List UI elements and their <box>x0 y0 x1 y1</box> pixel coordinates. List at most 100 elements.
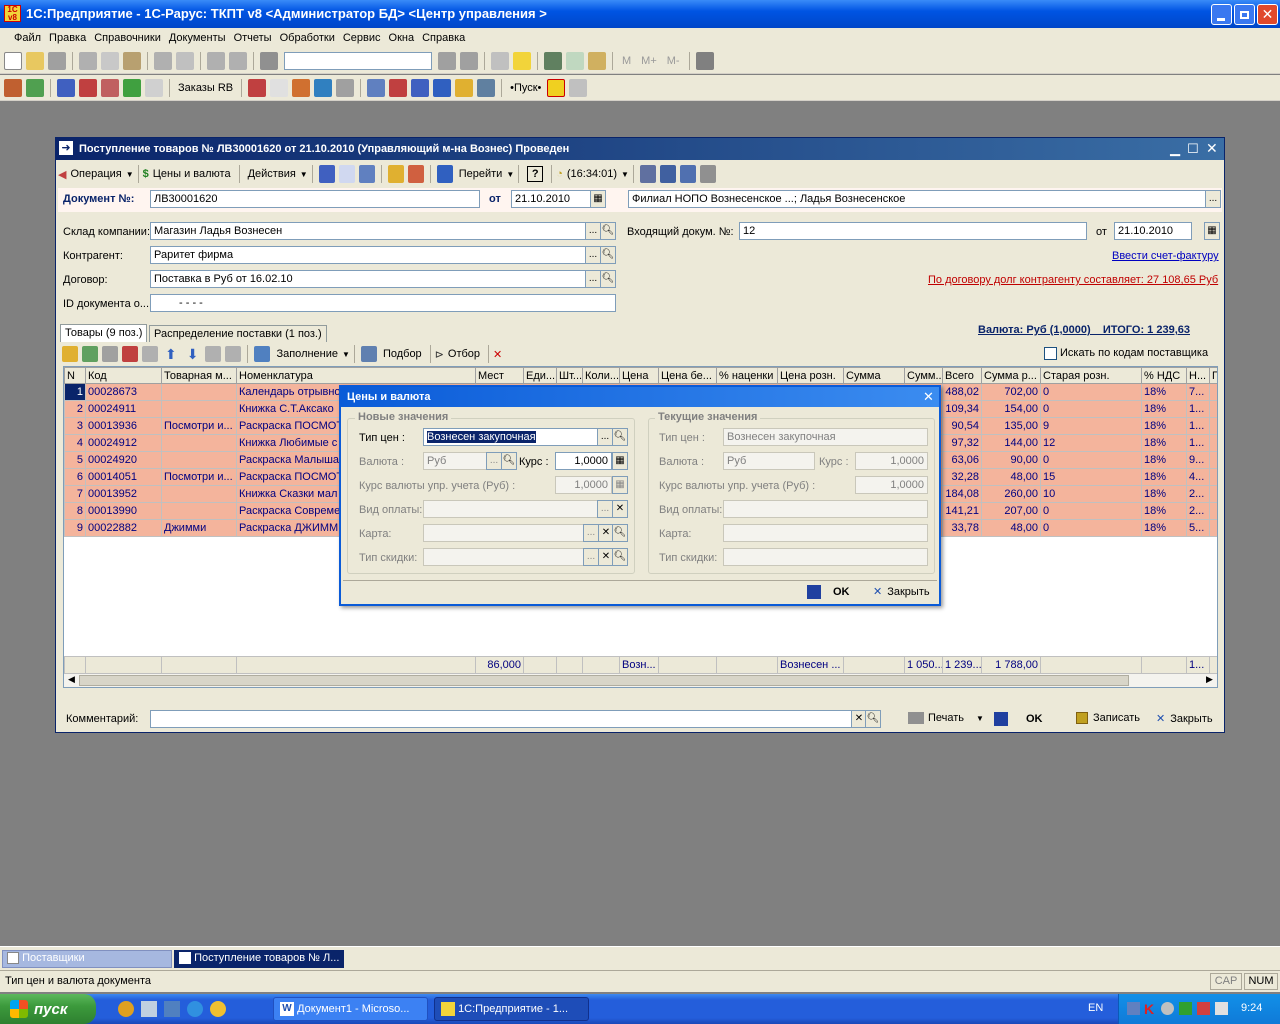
help-1c-icon[interactable] <box>513 51 531 70</box>
outgoing-icon[interactable] <box>79 78 97 97</box>
menu-reports[interactable]: Отчеты <box>234 32 272 44</box>
cell-brand[interactable] <box>161 485 237 503</box>
cell-code[interactable]: 00013990 <box>85 502 162 520</box>
price-type-field[interactable]: Вознесен закупочная <box>423 428 598 446</box>
search-combo[interactable] <box>284 51 432 70</box>
cell-old-retail[interactable]: 0 <box>1040 383 1142 401</box>
cell-p[interactable] <box>1209 485 1217 503</box>
search-codes-checkbox[interactable] <box>1044 347 1057 360</box>
col-vat[interactable]: % НДС <box>1141 367 1187 384</box>
delete-row-icon[interactable] <box>122 346 138 362</box>
tray-grid-icon[interactable] <box>1197 1002 1210 1015</box>
col-pcs[interactable]: Шт... <box>556 367 583 384</box>
sync-icon[interactable] <box>358 165 375 183</box>
cell-n[interactable]: 8 <box>64 502 86 520</box>
doc-maximize-button[interactable]: ☐ <box>1187 141 1199 157</box>
counterparty-field[interactable]: Раритет фирма <box>150 246 586 264</box>
cell-h[interactable]: 5... <box>1186 519 1210 537</box>
cell-total[interactable]: 488,02 <box>942 383 982 401</box>
delete-doc-icon[interactable] <box>407 165 424 183</box>
sort-icon[interactable] <box>411 78 430 97</box>
tray-network-icon[interactable] <box>1127 1002 1140 1015</box>
cell-sum-retail[interactable]: 90,00 <box>981 451 1041 469</box>
incoming-date-field[interactable]: 21.10.2010 <box>1114 222 1192 240</box>
cell-code[interactable]: 00024912 <box>85 434 162 452</box>
help-icon[interactable]: ? <box>527 166 544 182</box>
memory-mminus-button[interactable]: M- <box>667 55 680 67</box>
contract-select-button[interactable]: ... <box>585 270 601 288</box>
doc-number-field[interactable]: ЛВ30001620 <box>150 190 480 208</box>
printer-icon[interactable] <box>477 78 496 97</box>
scan-icon[interactable] <box>569 78 588 97</box>
cell-p[interactable] <box>1209 400 1217 418</box>
doc-ok-button[interactable]: OK <box>994 712 1043 726</box>
price-type-select-button[interactable]: ... <box>597 428 613 446</box>
warehouse-select-button[interactable]: ... <box>585 222 601 240</box>
register-icon[interactable] <box>547 78 566 97</box>
tree-icon[interactable] <box>389 78 408 97</box>
cell-brand[interactable]: Джимми <box>161 519 237 537</box>
col-h[interactable]: Н... <box>1186 367 1210 384</box>
cell-total[interactable]: 109,34 <box>942 400 982 418</box>
cell-h[interactable]: 7... <box>1186 383 1210 401</box>
nav-back-icon[interactable] <box>318 165 335 183</box>
mgmt-rate-calc-button[interactable]: ▦ <box>612 476 628 494</box>
discount-type-field[interactable] <box>423 548 584 566</box>
preview-icon[interactable] <box>176 51 194 70</box>
redo-icon[interactable] <box>229 51 247 70</box>
cell-p[interactable] <box>1209 468 1217 486</box>
col-markup[interactable]: % наценки <box>716 367 778 384</box>
cell-brand[interactable]: Посмотри и... <box>161 468 237 486</box>
paste-icon[interactable] <box>123 51 141 70</box>
tray-shield-icon[interactable] <box>1215 1002 1228 1015</box>
cell-sum-retail[interactable]: 135,00 <box>981 417 1041 435</box>
goto-button[interactable]: Перейти <box>455 168 507 180</box>
menu-documents[interactable]: Документы <box>169 32 226 44</box>
doc-close-bottom-button[interactable]: ✕ Закрыть <box>1156 712 1213 726</box>
cell-h[interactable]: 2... <box>1186 502 1210 520</box>
comment-field[interactable] <box>150 710 852 728</box>
exchange-icon[interactable] <box>367 78 386 97</box>
dialog-close-button[interactable]: ✕ <box>923 389 934 405</box>
warehouse-open-button[interactable]: 🔍︎ <box>600 222 616 240</box>
menu-processing[interactable]: Обработки <box>280 32 335 44</box>
books-icon[interactable] <box>4 78 22 97</box>
chart-icon[interactable] <box>314 78 333 97</box>
start-button[interactable]: пуск <box>0 994 96 1024</box>
window-tab-suppliers[interactable]: Поставщики <box>2 950 172 968</box>
col-name[interactable]: Номенклатура <box>236 367 476 384</box>
col-sum-retail[interactable]: Сумма р... <box>981 367 1041 384</box>
cell-vat[interactable]: 18% <box>1141 434 1187 452</box>
incoming-number-field[interactable]: 12 <box>739 222 1087 240</box>
copy-doc-icon[interactable] <box>387 165 404 183</box>
pusk-button[interactable]: •Пуск• <box>506 82 545 94</box>
cell-h[interactable]: 9... <box>1186 451 1210 469</box>
col-p[interactable]: П <box>1209 367 1217 384</box>
cell-old-retail[interactable]: 0 <box>1040 400 1142 418</box>
col-places[interactable]: Мест <box>475 367 524 384</box>
cell-code[interactable]: 00028673 <box>85 383 162 401</box>
upload-icon[interactable] <box>455 78 474 97</box>
doc-icon[interactable] <box>270 78 289 97</box>
cell-brand[interactable] <box>161 434 237 452</box>
task-1c[interactable]: 1С:Предприятие - 1... <box>434 997 589 1021</box>
refresh-icon[interactable] <box>338 165 355 183</box>
price-type-open-button[interactable]: 🔍︎ <box>612 428 628 446</box>
comment-open-button[interactable]: 🔍︎ <box>865 710 881 728</box>
hierarchy-icon[interactable] <box>679 165 696 183</box>
movements-icon[interactable] <box>659 165 676 183</box>
operation-button[interactable]: Операция <box>66 168 125 180</box>
horizontal-scrollbar[interactable]: ◀ ▶ <box>64 673 1217 687</box>
cell-code[interactable]: 00024911 <box>85 400 162 418</box>
cell-code[interactable]: 00013936 <box>85 417 162 435</box>
doc-in-icon[interactable] <box>248 78 267 97</box>
contract-field[interactable]: Поставка в Руб от 16.02.10 <box>150 270 586 288</box>
fill-button[interactable]: Заполнение <box>272 348 342 360</box>
contract-open-button[interactable]: 🔍︎ <box>600 270 616 288</box>
cell-vat[interactable]: 18% <box>1141 519 1187 537</box>
col-unit[interactable]: Еди... <box>523 367 557 384</box>
add-row-icon[interactable] <box>62 346 78 362</box>
cell-n[interactable]: 7 <box>64 485 86 503</box>
col-sum[interactable]: Сумма <box>843 367 905 384</box>
cell-old-retail[interactable]: 15 <box>1040 468 1142 486</box>
